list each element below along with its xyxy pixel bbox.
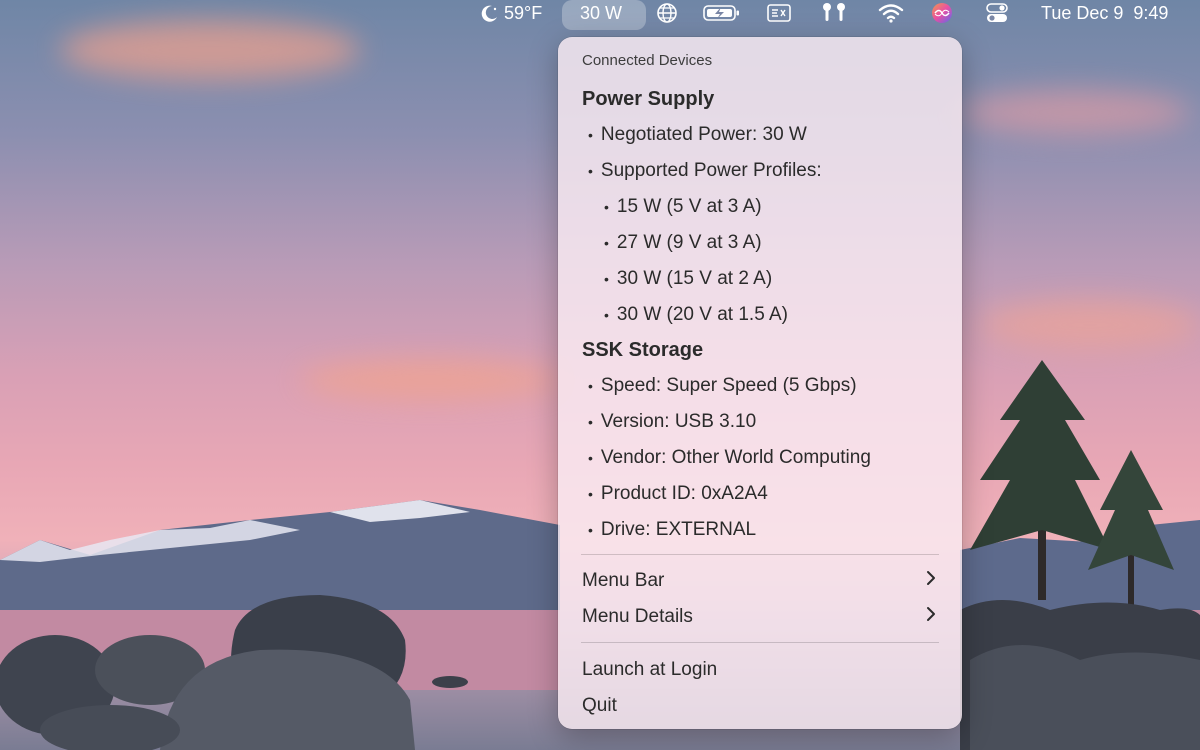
bullet: • (588, 163, 593, 179)
section-title-ssk-storage: SSK Storage (582, 338, 704, 361)
menu-item-label: Quit (582, 695, 617, 716)
list-item-text: 30 W (15 V at 2 A) (616, 268, 773, 289)
list-item-text: 27 W (9 V at 3 A) (616, 232, 762, 253)
list-item: • 30 W (20 V at 1.5 A) (558, 297, 962, 333)
menu-bar: 59°F 30 W Tue Dec 9 9:49 (0, 0, 1200, 30)
power-menubar-item[interactable]: 30 W (580, 0, 622, 26)
menu-header: Connected Devices (582, 51, 713, 69)
list-item: • Negotiated Power: 30 W (558, 117, 962, 153)
wallpaper-cloud (60, 20, 360, 80)
wifi-icon[interactable] (878, 0, 904, 26)
bullet: • (604, 271, 609, 287)
list-item: • 15 W (5 V at 3 A) (558, 189, 962, 225)
list-item-text: Product ID: 0xA2A4 (600, 483, 768, 504)
connected-devices-menu: Connected Devices Power Supply • Negotiat… (558, 37, 962, 729)
globe-icon[interactable] (656, 0, 678, 26)
battery-charging-icon[interactable] (703, 0, 741, 26)
menu-separator (581, 554, 939, 555)
list-item: • 30 W (15 V at 2 A) (558, 261, 962, 297)
bullet: • (588, 450, 593, 466)
list-item: • Speed: Super Speed (5 Gbps) (558, 368, 962, 404)
bullet: • (588, 414, 593, 430)
chevron-right-icon (924, 606, 938, 628)
bullet: • (604, 199, 609, 215)
menubar-clock[interactable]: Tue Dec 9 9:49 (1041, 0, 1168, 26)
menu-item-label: Menu Bar (582, 570, 665, 591)
wallpaper-cloud (960, 90, 1190, 135)
menu-details-submenu[interactable]: Menu Details (558, 599, 962, 635)
section-title-power-supply: Power Supply (582, 87, 715, 110)
wallpaper-cloud (980, 300, 1200, 350)
wallpaper-rocks-left (0, 595, 468, 750)
list-item: • Supported Power Profiles: (558, 153, 962, 189)
siri-icon[interactable] (931, 0, 953, 26)
list-item: • 27 W (9 V at 3 A) (558, 225, 962, 261)
bullet: • (604, 307, 609, 323)
menu-separator (581, 642, 939, 643)
bullet: • (604, 235, 609, 251)
menu-item-label: Menu Details (582, 606, 693, 627)
chevron-right-icon (924, 570, 938, 592)
list-item-text: 15 W (5 V at 3 A) (616, 196, 762, 217)
bullet: • (588, 486, 593, 502)
list-item: • Drive: EXTERNAL (558, 512, 962, 548)
launch-at-login-item[interactable]: Launch at Login (558, 652, 962, 688)
wallpaper-cloud (300, 360, 560, 400)
list-item-text: 30 W (20 V at 1.5 A) (616, 304, 788, 325)
keyboard-input-icon[interactable] (767, 0, 791, 26)
list-item-text: Speed: Super Speed (5 Gbps) (600, 375, 857, 396)
bullet: • (588, 127, 593, 143)
list-item-text: Vendor: Other World Computing (600, 447, 871, 468)
moon-icon (480, 3, 500, 23)
bullet: • (588, 378, 593, 394)
weather-menubar-item[interactable]: 59°F (480, 0, 542, 26)
menu-item-label: Launch at Login (582, 659, 718, 680)
list-item: • Vendor: Other World Computing (558, 440, 962, 476)
airpods-icon[interactable] (820, 0, 848, 26)
list-item-text: Version: USB 3.10 (600, 411, 757, 432)
list-item: • Product ID: 0xA2A4 (558, 476, 962, 512)
menu-bar-submenu[interactable]: Menu Bar (558, 563, 962, 599)
weather-temperature: 59°F (504, 2, 543, 23)
list-item: • Version: USB 3.10 (558, 404, 962, 440)
power-indicator-label: 30 W (580, 2, 623, 23)
bullet: • (588, 522, 593, 538)
list-item-text: Supported Power Profiles: (600, 160, 822, 181)
list-item-text: Negotiated Power: 30 W (600, 124, 807, 145)
control-center-icon[interactable] (986, 0, 1008, 26)
wallpaper-trees-rocks-right (960, 360, 1200, 750)
list-item-text: Drive: EXTERNAL (600, 519, 757, 540)
clock-datetime: Tue Dec 9 9:49 (1041, 2, 1169, 23)
quit-item[interactable]: Quit (558, 688, 962, 724)
